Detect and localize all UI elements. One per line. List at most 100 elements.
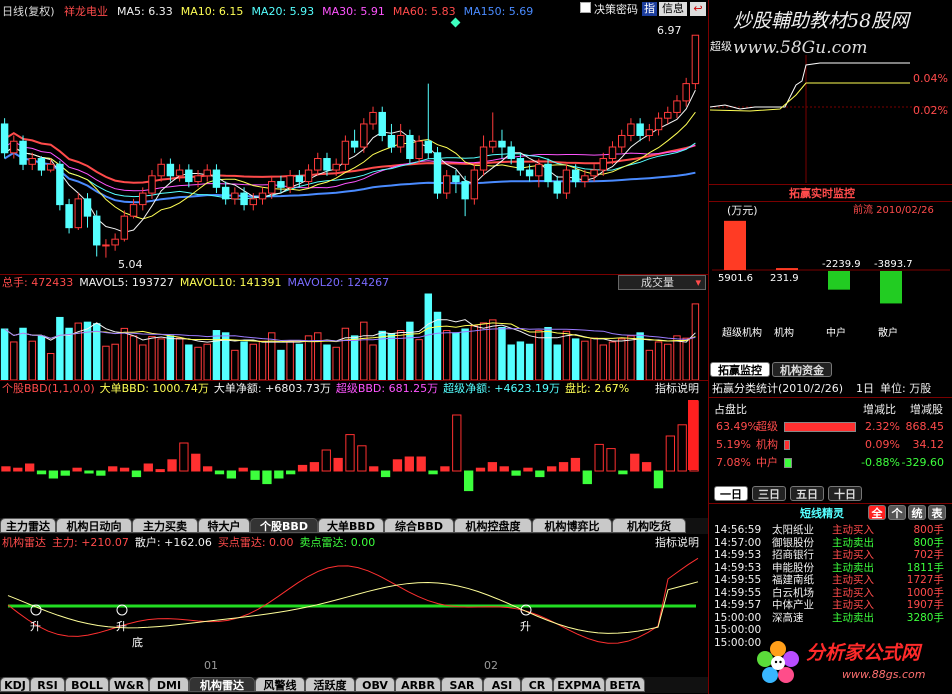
elf-filter-button[interactable]: 全	[868, 505, 886, 520]
candle-body	[553, 181, 561, 194]
stats-ratio: -0.88%	[861, 456, 900, 469]
stats-unit: 单位: 万股	[880, 382, 932, 395]
bbd-bar	[688, 400, 698, 470]
zhi-icon[interactable]: 指	[642, 2, 657, 16]
realtime-bar	[828, 271, 850, 290]
candle-body	[544, 163, 552, 183]
info-button[interactable]: 信息	[659, 2, 687, 16]
candle-body	[166, 163, 175, 177]
ma-label: MA20: 5.93	[251, 5, 315, 18]
stock-name[interactable]: 祥龙电业	[64, 5, 108, 18]
stats-pct: 5.19%	[716, 438, 751, 451]
trade-row[interactable]: 15:00:00 深高速 主动卖出 3280手	[714, 612, 950, 624]
candle-body	[470, 169, 479, 200]
volume-bar	[19, 327, 27, 380]
trade-stock: 御银股份	[772, 536, 814, 549]
bbd-bar	[262, 470, 272, 485]
candle-body	[617, 134, 626, 148]
exit-icon[interactable]: ↩	[690, 2, 706, 16]
ma-line	[4, 89, 696, 233]
trade-volume: 1811手	[906, 561, 944, 574]
volume-bar	[249, 343, 258, 380]
candle-body	[406, 134, 414, 160]
candle-body	[360, 123, 368, 148]
period-tab[interactable]: 一日	[714, 486, 748, 501]
period-tab[interactable]: 五日	[790, 486, 824, 501]
candle-body	[65, 204, 73, 229]
logo-block: 分析家公式网 www.88gs.com	[752, 636, 950, 694]
bbd-chart[interactable]	[0, 396, 706, 518]
volume-bar	[617, 338, 626, 380]
ma-label: MA60: 5.83	[392, 5, 456, 18]
monitor-tab[interactable]: 拓赢监控	[710, 362, 770, 377]
volume-bar	[387, 333, 396, 380]
bbd-help-link[interactable]: 指标说明	[655, 382, 699, 395]
kline-chart[interactable]	[0, 18, 706, 274]
bbd-bar	[60, 470, 70, 476]
volume-bar	[194, 346, 202, 380]
trade-row[interactable]: 14:59:55 福建南纸 主动买入 1727手	[714, 574, 950, 586]
candle-body	[627, 123, 635, 136]
stats-period[interactable]: 1日	[856, 382, 874, 395]
elf-filter-button[interactable]: 表	[928, 505, 946, 520]
divider	[708, 201, 952, 202]
divider	[708, 503, 952, 504]
trade-row[interactable]: 14:56:59 太阳纸业 主动买入 800手	[714, 524, 950, 536]
period-tab[interactable]: 三日	[752, 486, 786, 501]
period-label[interactable]: 日线(复权)	[2, 5, 55, 18]
elf-filter-button[interactable]: 统	[908, 505, 926, 520]
elf-filter-button[interactable]: 个	[888, 505, 906, 520]
trade-time: 14:59:55	[714, 574, 762, 586]
stats-pct: 7.08%	[716, 456, 751, 469]
volume-chart[interactable]	[0, 290, 706, 380]
trade-row[interactable]: 15:00:00	[714, 624, 950, 636]
bbd-bar	[677, 424, 687, 472]
col-header: 增减股	[910, 403, 943, 416]
volume-dropdown[interactable]: 成交量 ▾	[618, 275, 706, 290]
candle-body	[267, 181, 276, 194]
candle-body	[157, 163, 165, 177]
mini-pct-top: 0.04%	[913, 72, 948, 85]
volume-bar	[442, 330, 451, 380]
realtime-bar-value: 231.9	[770, 273, 799, 284]
trade-row[interactable]: 14:59:55 白云机场 主动买入 1000手	[714, 587, 950, 599]
bbd-bar	[13, 467, 23, 472]
bbd-bar	[452, 414, 462, 472]
stats-ratio: 2.32%	[865, 420, 900, 433]
volume-bar	[185, 344, 193, 380]
candle-body	[581, 175, 589, 183]
trade-action: 主动买入	[832, 599, 874, 611]
volume-bar	[479, 322, 488, 380]
candle-body	[479, 146, 488, 171]
decision-checkbox[interactable]	[580, 2, 591, 13]
bbd-bar	[1, 466, 11, 472]
candle-body	[664, 111, 672, 119]
period-tab[interactable]: 十日	[828, 486, 862, 501]
candle-body	[240, 192, 248, 206]
divider	[708, 397, 952, 398]
volume-bar	[590, 337, 598, 380]
volume-bar	[654, 341, 663, 380]
volume-bar	[139, 344, 147, 380]
volume-bar	[304, 335, 313, 380]
trade-row[interactable]: 14:59:53 招商银行 主动买入 702手	[714, 549, 950, 561]
volume-bar	[525, 343, 534, 380]
logo-text: 分析家公式网	[806, 642, 921, 664]
monitor-tab[interactable]: 机构资金	[772, 362, 832, 377]
candle-body	[111, 238, 119, 246]
candle-body	[194, 175, 202, 183]
stats-change: 34.12	[912, 438, 945, 451]
watermark-title: 炒股輔助教材58股网	[733, 10, 910, 32]
volume-bar	[406, 321, 414, 380]
trade-row[interactable]: 14:59:53 申能股份 主动卖出 1811手	[714, 562, 950, 574]
volume-bar	[673, 335, 681, 380]
trade-row[interactable]: 14:59:57 中体产业 主动买入 1907手	[714, 599, 950, 611]
candle-body	[535, 163, 543, 177]
volume-bar	[0, 328, 9, 380]
trade-action: 主动买入	[832, 549, 874, 561]
trade-row[interactable]: 14:57:00 御银股份 主动卖出 800手	[714, 537, 950, 549]
elf-title: 短线精灵	[800, 507, 844, 520]
volume-label: MAVOL20: 124267	[287, 276, 390, 289]
trade-time: 14:59:53	[714, 561, 762, 574]
candle-body	[148, 175, 156, 194]
